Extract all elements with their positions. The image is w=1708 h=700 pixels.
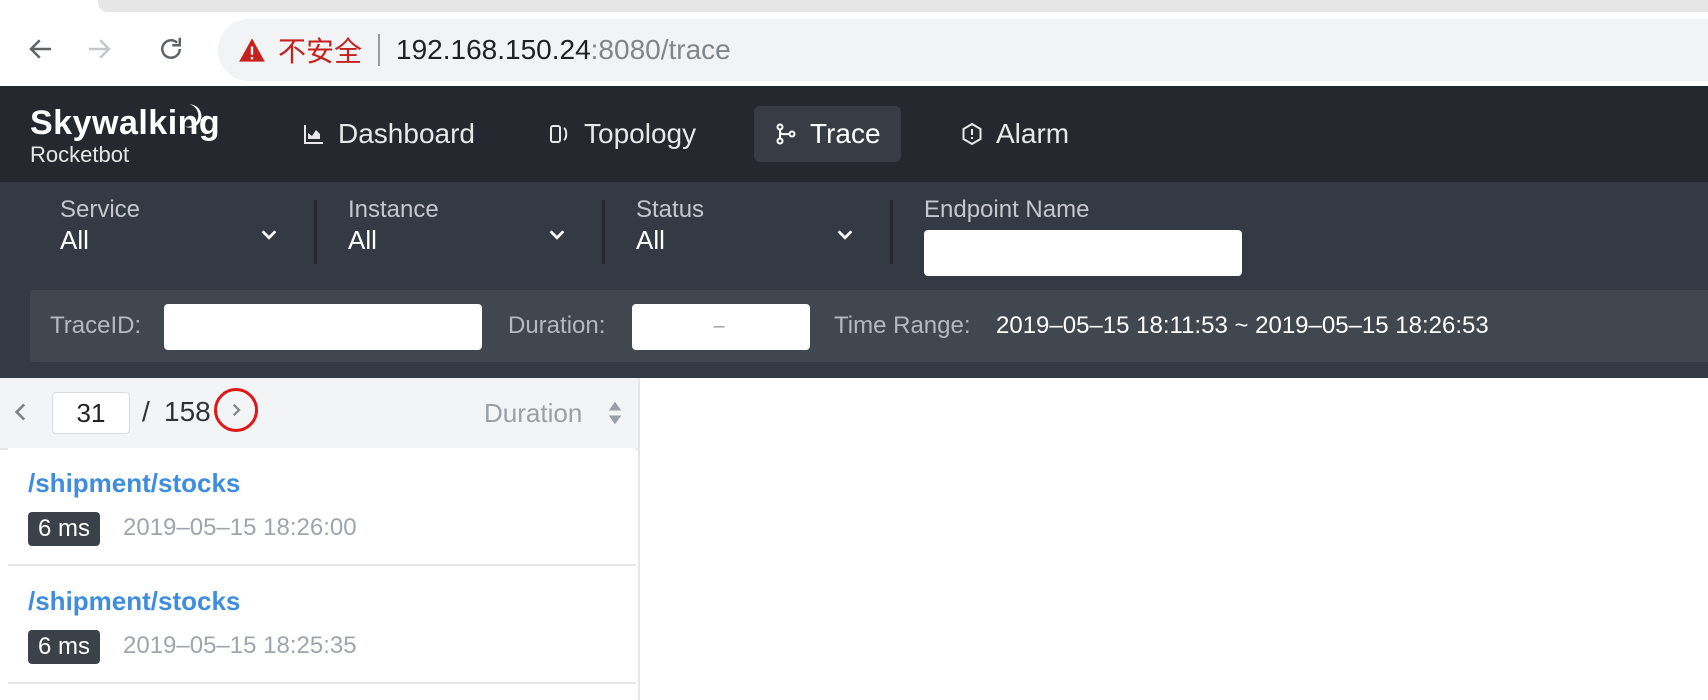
trace-start-time: 2019–05–15 18:25:35 bbox=[123, 632, 357, 659]
divider bbox=[602, 200, 605, 264]
nav-dashboard-label: Dashboard bbox=[338, 118, 475, 149]
instance-select[interactable]: Instance All bbox=[348, 196, 568, 262]
browser-toolbar: 不安全 192.168.150.24:8080/trace bbox=[0, 12, 1708, 86]
nav-topology[interactable]: Topology bbox=[528, 106, 716, 162]
chevron-right-icon bbox=[232, 403, 241, 417]
next-page-button[interactable] bbox=[214, 388, 258, 432]
back-arrow-icon bbox=[29, 39, 51, 59]
nav-alarm[interactable]: Alarm bbox=[940, 106, 1089, 162]
chevron-left-icon[interactable] bbox=[8, 396, 34, 428]
trace-detail-panel bbox=[640, 378, 1708, 700]
browser-tab-strip bbox=[0, 0, 1708, 12]
duration-input[interactable] bbox=[632, 304, 810, 350]
time-range-label: Time Range: bbox=[834, 312, 971, 339]
reload-button[interactable] bbox=[152, 30, 190, 68]
service-select[interactable]: Service All bbox=[60, 196, 280, 262]
url-path: :8080/trace bbox=[590, 34, 731, 65]
url-separator bbox=[378, 34, 381, 66]
endpoint-name-label: Endpoint Name bbox=[924, 196, 1090, 223]
page-total: 158 bbox=[164, 396, 211, 427]
app-header: Skywalking Rocketbot Dashboard Topology … bbox=[0, 86, 1708, 182]
trace-list-item[interactable]: /shipment/stocks 6 ms 2019–05–15 18:26:0… bbox=[8, 448, 636, 566]
url-host: 192.168.150.24 bbox=[396, 34, 591, 65]
nav-trace[interactable]: Trace bbox=[754, 106, 901, 162]
instance-value: All bbox=[348, 225, 377, 255]
nav-topology-label: Topology bbox=[584, 118, 697, 149]
pagination-bar: / 158 Duration bbox=[0, 378, 638, 450]
nav-trace-label: Trace bbox=[810, 118, 881, 149]
trace-endpoint[interactable]: /shipment/stocks bbox=[28, 586, 240, 617]
instance-label: Instance bbox=[348, 196, 439, 223]
service-label: Service bbox=[60, 196, 141, 223]
status-select[interactable]: Status All bbox=[636, 196, 856, 262]
forward-button[interactable] bbox=[80, 30, 118, 68]
sort-label[interactable]: Duration bbox=[484, 398, 582, 429]
trace-list-panel: / 158 Duration /shipment/stocks 6 ms 201… bbox=[0, 378, 640, 700]
reload-icon bbox=[161, 37, 181, 59]
trace-start-time: 2019–05–15 18:26:00 bbox=[123, 514, 357, 541]
status-value: All bbox=[636, 225, 665, 255]
divider bbox=[314, 200, 317, 264]
logo-subtitle: Rocketbot bbox=[30, 142, 130, 167]
logo[interactable]: Skywalking Rocketbot bbox=[30, 104, 220, 168]
branch-icon bbox=[776, 123, 796, 145]
duration-badge: 6 ms bbox=[28, 630, 101, 664]
page-number-input[interactable] bbox=[52, 392, 130, 434]
duration-label: Duration: bbox=[508, 312, 606, 339]
nav-dashboard[interactable]: Dashboard bbox=[282, 106, 495, 162]
trace-id-label: TraceID: bbox=[50, 312, 142, 339]
nav-alarm-label: Alarm bbox=[996, 118, 1070, 149]
alarm-icon bbox=[962, 122, 982, 146]
chart-icon bbox=[304, 125, 323, 144]
endpoint-name-input[interactable] bbox=[924, 230, 1242, 276]
chevron-down-icon bbox=[549, 230, 565, 240]
back-button[interactable] bbox=[22, 30, 60, 68]
forward-arrow-icon bbox=[89, 39, 111, 59]
insecure-label: 不安全 bbox=[278, 36, 363, 67]
page-separator: / bbox=[142, 396, 150, 427]
trace-filter-bar: Service All Instance All Status All Endp… bbox=[0, 182, 1708, 378]
chevron-down-icon bbox=[261, 230, 277, 240]
address-bar[interactable]: 不安全 192.168.150.24:8080/trace bbox=[218, 19, 1708, 81]
trace-id-input[interactable] bbox=[164, 304, 482, 350]
service-value: All bbox=[60, 225, 89, 255]
sort-icon[interactable] bbox=[604, 398, 626, 428]
trace-search-row: TraceID: Duration: – Time Range: 2019–05… bbox=[30, 290, 1708, 362]
duration-badge: 6 ms bbox=[28, 512, 101, 546]
warning-icon bbox=[239, 38, 265, 62]
trace-list-item[interactable]: /shipment/stocks 6 ms 2019–05–15 18:25:3… bbox=[8, 566, 636, 684]
status-label: Status bbox=[636, 196, 705, 223]
crescent-icon bbox=[184, 104, 202, 128]
chevron-down-icon bbox=[837, 230, 853, 240]
trace-endpoint[interactable]: /shipment/stocks bbox=[28, 468, 240, 499]
topology-icon bbox=[550, 125, 568, 143]
time-range-value[interactable]: 2019–05–15 18:11:53 ~ 2019–05–15 18:26:5… bbox=[996, 312, 1489, 340]
divider bbox=[890, 200, 893, 264]
